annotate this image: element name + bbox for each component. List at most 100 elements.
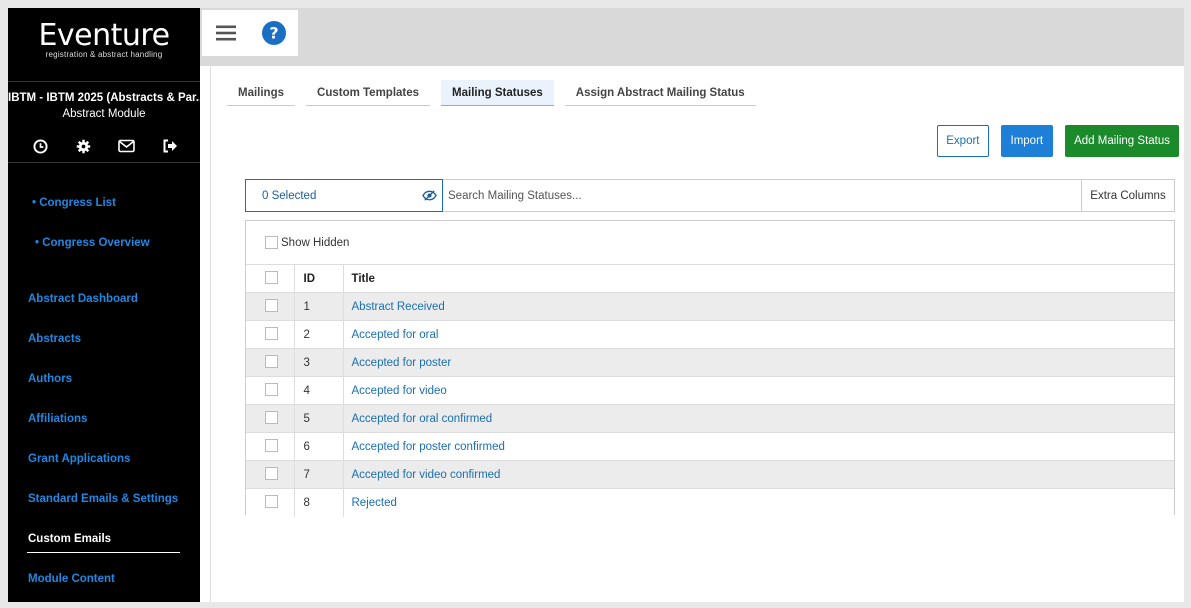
select-all-checkbox[interactable] [265,270,278,284]
top-bar-buttons: ? [202,10,298,56]
top-bar: ? [200,8,1184,66]
row-select-cell [246,460,295,489]
export-button[interactable]: Export [937,125,989,157]
sidebar-divider [8,81,200,82]
nav-congress-overview[interactable]: • Congress Overview [35,237,150,249]
sidebar: Eventure registration & abstract handlin… [8,8,200,602]
tab-mailings[interactable]: Mailings [227,80,296,106]
row-title-link[interactable]: Accepted for video [352,385,447,397]
show-hidden-toggle[interactable]: Show Hidden [265,236,349,249]
row-select-cell [246,320,295,349]
nav-module-content[interactable]: Module Content [28,573,115,585]
table-row: 4 Accepted for video [246,376,1174,405]
row-title-cell: Accepted for poster [343,348,1174,377]
help-button[interactable]: ? [250,10,298,56]
row-title-cell: Abstract Received [343,292,1174,321]
row-checkbox[interactable] [265,382,278,396]
row-select-cell [246,488,295,517]
row-title-link[interactable]: Accepted for video confirmed [352,469,501,481]
statuses-table: ID Title 1 Abstract Received 2 Accepted … [246,264,1174,517]
nav-abstracts[interactable]: Abstracts [28,333,81,345]
row-select-cell [246,348,295,377]
eye-slash-icon [422,190,437,201]
show-hidden-label: Show Hidden [281,236,350,249]
sidebar-icon-bar [30,136,180,156]
table-row: 3 Accepted for poster [246,348,1174,377]
row-checkbox[interactable] [265,354,278,368]
add-mailing-status-button[interactable]: Add Mailing Status [1065,125,1179,157]
sidebar-divider [8,162,200,163]
row-checkbox[interactable] [265,466,278,480]
row-title-cell: Accepted for oral confirmed [343,404,1174,433]
tab-assign-abstract-mailing-status[interactable]: Assign Abstract Mailing Status [564,80,756,106]
show-hidden-checkbox[interactable] [265,236,278,249]
row-select-cell [246,432,295,461]
import-button[interactable]: Import [1000,125,1054,157]
row-select-cell [246,292,295,321]
nav-abstract-dashboard[interactable]: Abstract Dashboard [28,293,138,305]
row-title-link[interactable]: Accepted for poster confirmed [352,441,505,453]
row-checkbox[interactable] [265,410,278,424]
search-input[interactable] [443,180,1081,211]
row-id: 8 [294,488,344,517]
tab-bar: Mailings Custom Templates Mailing Status… [227,80,767,106]
row-id: 6 [294,432,344,461]
row-checkbox[interactable] [265,438,278,452]
tab-mailing-statuses[interactable]: Mailing Statuses [441,80,554,106]
row-title-cell: Accepted for poster confirmed [343,432,1174,461]
nav-grant-applications[interactable]: Grant Applications [28,453,130,465]
logo-subtitle: registration & abstract handling [45,50,163,59]
column-header-id[interactable]: ID [294,264,344,293]
selected-count-toggle[interactable]: 0 Selected [245,179,443,212]
row-title-link[interactable]: Abstract Received [352,301,445,313]
statuses-table-container: Show Hidden ID Title 1 Abstract Received [245,220,1175,517]
congress-name: IBTM - IBTM 2025 (Abstracts & Par... [8,92,200,104]
nav-affiliations[interactable]: Affiliations [28,413,87,425]
row-checkbox[interactable] [265,494,278,508]
active-nav-underline [27,552,180,553]
svg-text:?: ? [269,24,278,43]
column-header-title[interactable]: Title [343,264,1174,293]
menu-toggle-button[interactable] [202,10,250,56]
logo[interactable]: Eventure registration & abstract handlin… [8,20,200,60]
app-window: Eventure registration & abstract handlin… [8,8,1184,602]
row-title-link[interactable]: Accepted for poster [352,357,452,369]
clock-icon[interactable] [30,136,50,156]
table-row: 1 Abstract Received [246,292,1174,321]
row-checkbox[interactable] [265,326,278,340]
row-title-cell: Accepted for oral [343,320,1174,349]
row-title-cell: Accepted for video confirmed [343,460,1174,489]
gear-icon[interactable] [73,136,93,156]
table-row: 6 Accepted for poster confirmed [246,432,1174,461]
selected-count: 0 Selected [262,189,317,202]
extra-columns-button[interactable]: Extra Columns [1081,180,1174,211]
row-id: 2 [294,320,344,349]
envelope-icon[interactable] [117,136,137,156]
hamburger-menu-icon [216,25,236,41]
row-title-link[interactable]: Accepted for oral [352,329,439,341]
tab-custom-templates[interactable]: Custom Templates [306,80,431,106]
row-title-link[interactable]: Rejected [352,497,397,509]
search-bar: 0 Selected Extra Columns [245,179,1175,212]
row-title-link[interactable]: Accepted for oral confirmed [352,413,493,425]
help-icon: ? [262,21,286,45]
row-id: 4 [294,376,344,405]
nav-authors[interactable]: Authors [28,373,72,385]
action-buttons: Export Import Add Mailing Status [937,125,1179,157]
table-row: 2 Accepted for oral [246,320,1174,349]
table-row: 5 Accepted for oral confirmed [246,404,1174,433]
row-checkbox[interactable] [265,298,278,312]
row-title-cell: Accepted for video [343,376,1174,405]
row-id: 3 [294,348,344,377]
row-select-cell [246,376,295,405]
row-id: 7 [294,460,344,489]
nav-standard-emails[interactable]: Standard Emails & Settings [28,493,178,505]
table-row: 8 Rejected [246,488,1174,517]
row-id: 5 [294,404,344,433]
main-content: Mailings Custom Templates Mailing Status… [210,66,1184,602]
module-name: Abstract Module [62,108,146,120]
select-all-cell [246,264,295,293]
nav-custom-emails[interactable]: Custom Emails [28,533,111,545]
nav-congress-list[interactable]: • Congress List [32,197,116,209]
sign-out-icon[interactable] [160,136,180,156]
